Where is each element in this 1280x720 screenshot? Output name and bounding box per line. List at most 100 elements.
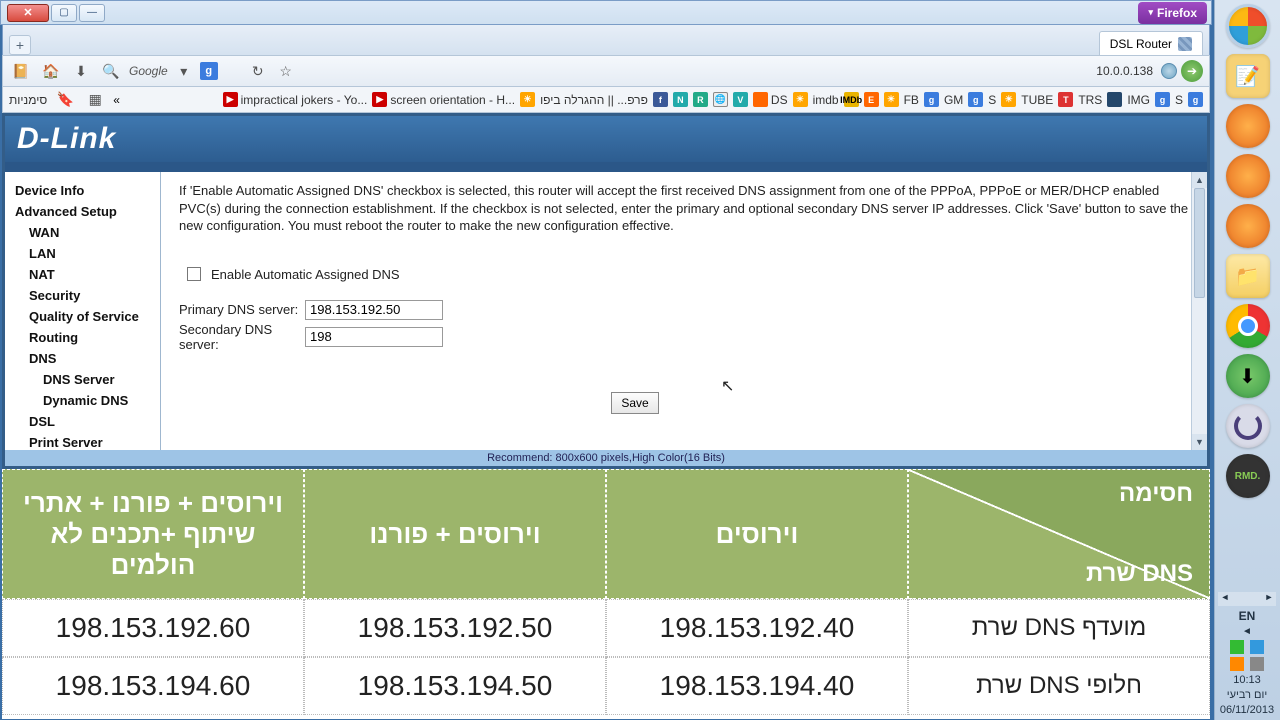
window-titlebar: ✕ ▢ — Firefox <box>0 0 1212 25</box>
tray-clock[interactable]: 10:13 <box>1233 674 1261 686</box>
bookmark-item[interactable]: S <box>1175 93 1183 107</box>
bookmark-item[interactable]: T <box>1058 92 1073 107</box>
eclipse-icon[interactable] <box>1226 404 1270 448</box>
google-badge-icon[interactable]: g <box>200 62 218 80</box>
bookmarks-overflow-icon[interactable]: « <box>113 93 120 107</box>
n-icon: N <box>673 92 688 107</box>
bookmark-item[interactable]: IMG <box>1127 93 1150 107</box>
bookmark-label: TUBE <box>1021 93 1053 107</box>
yt-icon: ▶ <box>372 92 387 107</box>
tab-title: DSL Router <box>1110 37 1172 51</box>
bookmark-item[interactable]: g <box>968 92 983 107</box>
rmd-icon[interactable]: RMD. <box>1226 454 1270 498</box>
content-scrollbar[interactable]: ▲ ▼ <box>1191 172 1207 450</box>
firefox-icon[interactable] <box>1226 204 1270 248</box>
window-minimize-button[interactable]: — <box>79 4 105 22</box>
new-tab-button[interactable]: + <box>9 35 31 55</box>
library-icon[interactable]: 📔 <box>9 59 33 83</box>
scroll-down-icon[interactable]: ▼ <box>1192 434 1207 450</box>
bookmark-item[interactable]: DS <box>753 92 788 107</box>
language-indicator[interactable]: EN <box>1239 609 1256 623</box>
bookmark-item[interactable]: V <box>733 92 748 107</box>
sidebar-print-server[interactable]: Print Server <box>5 432 160 450</box>
firefox-menu-button[interactable]: Firefox <box>1138 2 1207 24</box>
dns-header-col3: וירוסים <box>606 469 908 599</box>
notepad-icon[interactable]: 📝 <box>1226 54 1270 98</box>
bookmark-item[interactable]: TRS <box>1078 93 1102 107</box>
bookmark-item[interactable]: f <box>653 92 668 107</box>
sidebar-device-info[interactable]: Device Info <box>5 180 160 201</box>
bookmark-item[interactable]: TUBE <box>1021 93 1053 107</box>
bookmark-item[interactable]: FB <box>904 93 919 107</box>
scroll-up-icon[interactable]: ▲ <box>1192 172 1207 188</box>
bookmark-item[interactable]: imdb <box>813 93 839 107</box>
bookmark-item[interactable]: GM <box>944 93 963 107</box>
primary-dns-input[interactable] <box>305 300 443 320</box>
home-icon[interactable]: 🏠 <box>39 59 63 83</box>
bookmark-item[interactable]: ☀ <box>1001 92 1016 107</box>
bookmark-item[interactable]: ▶impractical jokers - Yo... <box>223 92 368 107</box>
search-icon[interactable]: 🔍 <box>99 59 123 83</box>
explorer-icon[interactable]: 📁 <box>1226 254 1270 298</box>
chrome-icon[interactable] <box>1226 304 1270 348</box>
tray-flag-icon[interactable] <box>1250 640 1264 654</box>
dns-row-label: שרת DNS חלופי <box>908 657 1210 715</box>
bookmark-item[interactable]: פרפ... || ההגרלה ביפו <box>540 93 648 107</box>
g3-icon: g <box>1155 92 1170 107</box>
tray-overflow-icon[interactable]: ◄ <box>1242 626 1252 637</box>
bookmark-item[interactable]: N <box>673 92 688 107</box>
download-manager-icon[interactable]: ⬇ <box>1226 354 1270 398</box>
tray-network-icon[interactable] <box>1230 657 1244 671</box>
bookmark-item[interactable]: ☀ <box>793 92 808 107</box>
tab-active[interactable]: DSL Router <box>1099 31 1203 55</box>
sidebar-nat[interactable]: NAT <box>5 264 160 285</box>
go-forward-button[interactable]: ➔ <box>1181 60 1203 82</box>
window-maximize-button[interactable]: ▢ <box>51 4 77 22</box>
sidebar-wan[interactable]: WAN <box>5 222 160 243</box>
bookmark-star-icon[interactable]: ☆ <box>274 59 298 83</box>
start-orb-icon[interactable] <box>1226 4 1270 48</box>
firefox-icon[interactable] <box>1226 104 1270 148</box>
bookmark-item[interactable]: g <box>1188 92 1203 107</box>
scroll-thumb[interactable] <box>1194 188 1205 298</box>
bookmarks-label[interactable]: סימניות <box>9 93 47 107</box>
search-dropdown-icon[interactable]: ▾ <box>172 59 196 83</box>
save-button[interactable]: Save <box>611 392 659 414</box>
bookmark-item[interactable]: S <box>988 93 996 107</box>
sidebar-security[interactable]: Security <box>5 285 160 306</box>
tray-shield-icon[interactable] <box>1230 640 1244 654</box>
bookmark-item[interactable]: g <box>1155 92 1170 107</box>
sidebar-lan[interactable]: LAN <box>5 243 160 264</box>
downloads-icon[interactable]: ⬇ <box>69 59 93 83</box>
tray-scroll[interactable]: ◄► <box>1218 592 1276 606</box>
bookmark-item[interactable]: ☀ <box>520 92 535 107</box>
bookmarks-menu-icon[interactable]: ▦ <box>83 88 107 112</box>
sidebar-dynamic-dns[interactable]: Dynamic DNS <box>5 390 160 411</box>
bookmark-item[interactable]: g <box>924 92 939 107</box>
auto-dns-checkbox[interactable] <box>187 267 201 281</box>
bookmark-item[interactable]: 🌐 <box>713 92 728 107</box>
bookmark-item[interactable]: IMDb <box>844 92 859 107</box>
bookmark-item[interactable] <box>1107 92 1122 107</box>
sidebar-dns-server[interactable]: DNS Server <box>5 369 160 390</box>
reload-icon[interactable]: ↻ <box>246 59 270 83</box>
url-display[interactable]: 10.0.0.138 <box>1096 64 1153 78</box>
bookmark-label: DS <box>771 93 788 107</box>
bookmark-item[interactable]: E <box>864 92 879 107</box>
bookmark-item[interactable]: ☀ <box>884 92 899 107</box>
secondary-dns-input[interactable] <box>305 327 443 347</box>
site-identity-icon[interactable] <box>1161 63 1177 79</box>
sidebar-advanced-setup[interactable]: Advanced Setup <box>5 201 160 222</box>
tray-volume-icon[interactable] <box>1250 657 1264 671</box>
feed-icon[interactable]: 🔖 <box>53 88 77 112</box>
sidebar-dns[interactable]: DNS <box>5 348 160 369</box>
window-close-button[interactable]: ✕ <box>7 4 49 22</box>
dns-description: If 'Enable Automatic Assigned DNS' check… <box>179 182 1189 235</box>
firefox-icon[interactable] <box>1226 154 1270 198</box>
bookmark-label: IMG <box>1127 93 1150 107</box>
sidebar-routing[interactable]: Routing <box>5 327 160 348</box>
bookmark-item[interactable]: ▶screen orientation - H... <box>372 92 515 107</box>
sidebar-dsl[interactable]: DSL <box>5 411 160 432</box>
bookmark-item[interactable]: R <box>693 92 708 107</box>
sidebar-qos[interactable]: Quality of Service <box>5 306 160 327</box>
